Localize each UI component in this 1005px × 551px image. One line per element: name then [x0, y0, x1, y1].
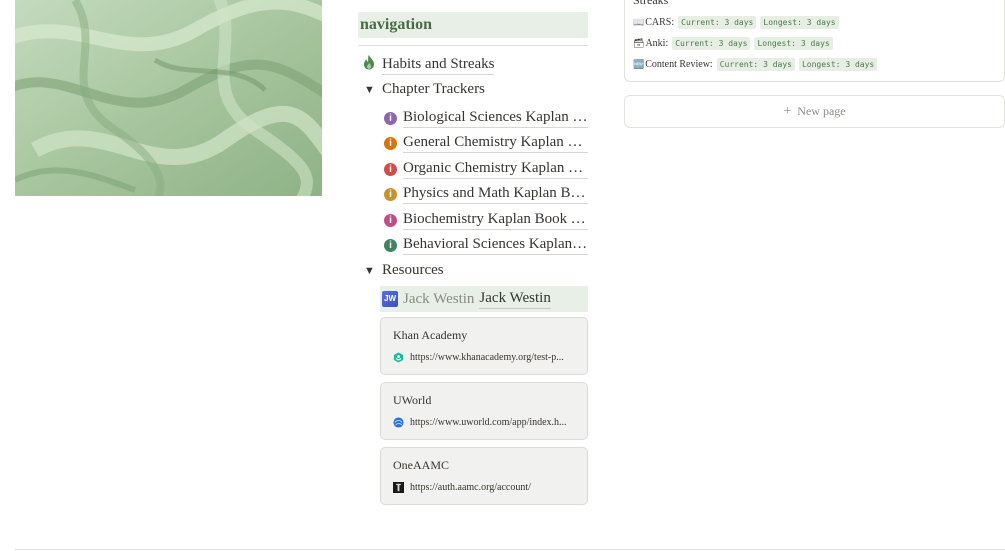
jack-westin-logo-icon: JW — [382, 291, 398, 307]
habits-and-streaks-link[interactable]: Habits and Streaks — [362, 54, 495, 75]
resources-toggle[interactable]: ▼ Resources — [364, 262, 444, 279]
streak-label: Content Review: — [645, 59, 713, 70]
chapter-tracker-label: Biological Sciences Kaplan Bo... — [403, 108, 588, 128]
info-icon: i — [384, 136, 397, 150]
card-box-icon: 🗃 — [633, 38, 645, 48]
current-streak-tag: Current: 3 days — [672, 37, 751, 50]
new-badge-icon: 🆕 — [633, 59, 645, 69]
streak-row-content-review: 🆕 Content Review: Current: 3 days Longes… — [633, 58, 878, 71]
chapter-tracker-label: Behavioral Sciences Kaplan B... — [403, 235, 588, 255]
bookmark-url: https://www.khanacademy.org/test-p... — [410, 352, 564, 363]
chapter-tracker-label: Organic Chemistry Kaplan Bo... — [403, 159, 588, 179]
streaks-title: Streaks — [633, 0, 669, 7]
streak-label: Anki: — [645, 38, 669, 49]
chapter-trackers-toggle[interactable]: ▼ Chapter Trackers — [364, 81, 485, 98]
chapter-tracker-item[interactable]: i Behavioral Sciences Kaplan B... — [384, 235, 588, 255]
chapter-tracker-label: Biochemistry Kaplan Book Tr... — [403, 210, 588, 230]
bookmark-title: UWorld — [393, 393, 432, 407]
info-icon: i — [384, 213, 397, 227]
chapter-tracker-item[interactable]: i Biological Sciences Kaplan Bo... — [384, 108, 588, 128]
new-page-label: New page — [797, 104, 846, 118]
resources-label: Resources — [382, 262, 444, 278]
chapter-tracker-label: Physics and Math Kaplan Boo... — [403, 184, 588, 204]
divider — [15, 549, 1005, 550]
khan-academy-icon — [393, 352, 404, 363]
new-page-button[interactable]: + New page — [624, 95, 1005, 128]
habits-and-streaks-label: Habits and Streaks — [382, 55, 495, 75]
bookmark-title: Khan Academy — [393, 328, 468, 342]
chapter-tracker-item[interactable]: i Biochemistry Kaplan Book Tr... — [384, 210, 588, 230]
bookmark-card-oneaamc[interactable]: OneAAMC https://auth.aamc.org/account/ — [380, 447, 588, 505]
current-streak-tag: Current: 3 days — [678, 16, 757, 29]
jack-westin-link[interactable]: JW Jack Westin Jack Westin — [380, 286, 588, 312]
bookmark-url: https://www.uworld.com/app/index.h... — [410, 417, 567, 428]
jack-westin-prefix: Jack Westin — [403, 290, 475, 307]
chapter-tracker-item[interactable]: i General Chemistry Kaplan Bo... — [384, 133, 588, 153]
longest-streak-tag: Longest: 3 days — [798, 58, 878, 71]
bookmark-card-uworld[interactable]: UWorld https://www.uworld.com/app/index.… — [380, 382, 588, 440]
longest-streak-tag: Longest: 3 days — [760, 16, 839, 29]
cover-image — [15, 0, 322, 196]
info-icon: i — [384, 162, 397, 176]
streak-label: CARS: — [645, 17, 675, 28]
bookmark-title: OneAAMC — [393, 458, 449, 472]
streak-row-anki: 🗃 Anki: Current: 3 days Longest: 3 days — [633, 37, 833, 50]
info-icon: i — [384, 187, 397, 201]
info-icon: i — [384, 238, 397, 252]
plus-icon: + — [783, 103, 792, 119]
bookmark-card-khan-academy[interactable]: Khan Academy https://www.khanacademy.org… — [380, 317, 588, 375]
flame-icon — [362, 54, 382, 75]
chapter-tracker-item[interactable]: i Physics and Math Kaplan Boo... — [384, 184, 588, 204]
chapter-trackers-label: Chapter Trackers — [382, 81, 485, 97]
bookmark-url: https://auth.aamc.org/account/ — [410, 482, 531, 493]
current-streak-tag: Current: 3 days — [716, 58, 795, 71]
jack-westin-label: Jack Westin — [479, 289, 551, 309]
info-icon: i — [384, 111, 397, 125]
streak-row-cars: 📖 CARS: Current: 3 days Longest: 3 days — [633, 16, 839, 29]
triangle-down-icon: ▼ — [364, 83, 375, 96]
longest-streak-tag: Longest: 3 days — [754, 37, 833, 50]
navigation-header: navigation — [358, 12, 588, 38]
book-icon: 📖 — [633, 17, 645, 27]
chapter-tracker-item[interactable]: i Organic Chemistry Kaplan Bo... — [384, 159, 588, 179]
chapter-tracker-label: General Chemistry Kaplan Bo... — [403, 133, 588, 153]
divider — [358, 45, 588, 46]
uworld-icon — [393, 417, 404, 428]
triangle-down-icon: ▼ — [364, 264, 375, 277]
aamc-icon — [393, 482, 404, 493]
